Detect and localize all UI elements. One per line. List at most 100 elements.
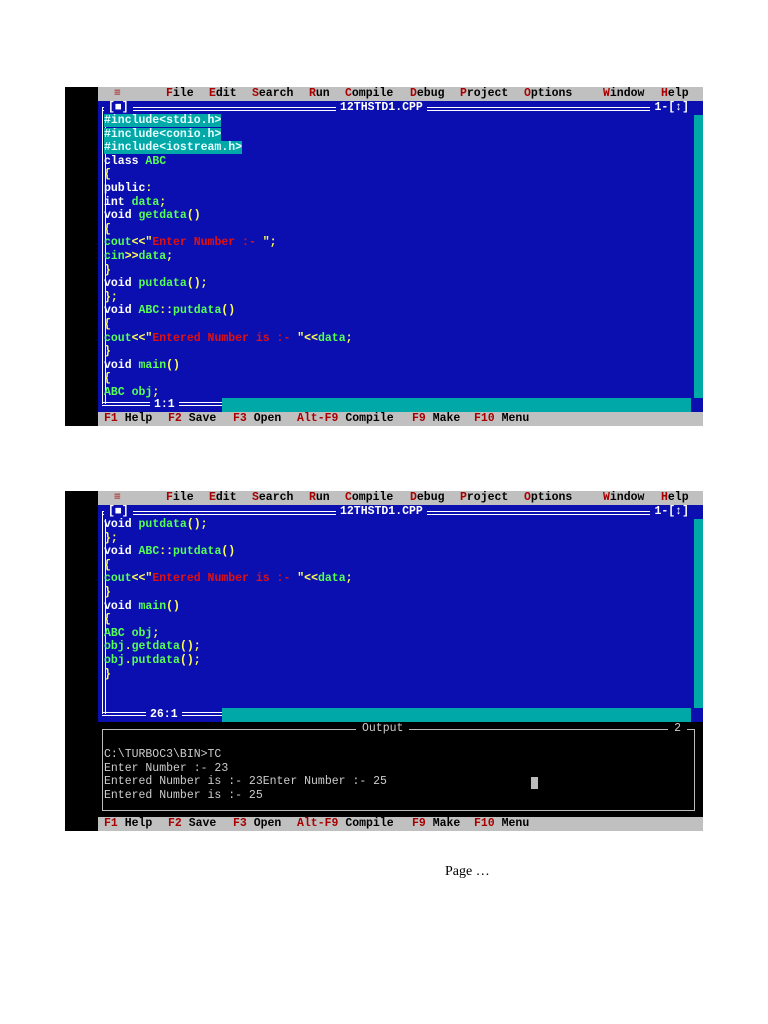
menu-search[interactable]: Search [252, 491, 293, 505]
status-open-button[interactable]: F3 Open [233, 817, 281, 831]
code-line: } [104, 264, 353, 278]
status-make-button[interactable]: F9 Make [412, 412, 460, 426]
menu-compile[interactable]: Compile [345, 87, 393, 101]
code-line: void putdata(); [104, 518, 353, 532]
menu-file[interactable]: File [166, 491, 194, 505]
code-token: () [221, 545, 236, 559]
status-save-button[interactable]: F2 Save [168, 817, 216, 831]
menu-edit[interactable]: Edit [209, 87, 237, 101]
code-token: :: [159, 304, 174, 318]
code-token: obj [104, 653, 125, 667]
menu-hotkey: C [345, 87, 352, 100]
code-line: void ABC::putdata() [104, 545, 353, 559]
code-area[interactable]: #include<stdio.h> #include<conio.h> #inclu… [104, 114, 353, 399]
status-menu-button[interactable]: F10 Menu [474, 412, 529, 426]
status-menu-button[interactable]: F10 Menu [474, 817, 529, 831]
menu-help[interactable]: Help [661, 87, 689, 101]
horizontal-scrollbar[interactable] [222, 398, 691, 412]
status-key: F9 [412, 817, 426, 830]
code-token: putdata [138, 277, 187, 291]
code-token: data [131, 195, 160, 209]
menu-debug[interactable]: Debug [410, 87, 445, 101]
menu-hotkey: P [460, 491, 467, 504]
code-area[interactable]: void putdata();}; void ABC::putdata(){cou… [104, 518, 353, 681]
code-line: void main() [104, 600, 353, 614]
code-token: { [104, 222, 111, 236]
code-token: int [104, 195, 132, 209]
menu-help[interactable]: Help [661, 491, 689, 505]
code-token: ; [166, 249, 174, 263]
menu-window[interactable]: Window [603, 491, 644, 505]
close-box[interactable]: [■] [104, 505, 133, 519]
menu-options[interactable]: Options [524, 87, 572, 101]
zoom-box[interactable]: [↕] [668, 101, 689, 114]
menu-file[interactable]: File [166, 87, 194, 101]
code-line: cout<<"Entered Number is :- "<<data; [104, 332, 353, 346]
code-token: () [186, 209, 201, 223]
code-token: putdata [173, 304, 222, 318]
status-open-button[interactable]: F3 Open [233, 412, 281, 426]
code-token: main [138, 599, 167, 613]
code-token: () [166, 358, 180, 372]
menu-run[interactable]: Run [309, 87, 330, 101]
code-line: void ABC::putdata() [104, 304, 353, 318]
menu-label: un [315, 87, 330, 100]
status-compile-button[interactable]: Alt-F9 Compile [297, 412, 394, 426]
status-key: F2 [168, 817, 182, 830]
zoom-box[interactable]: [↕] [668, 505, 689, 518]
code-line: }; [104, 291, 353, 305]
system-menu-icon[interactable]: ≡ [114, 491, 121, 505]
system-menu-icon[interactable]: ≡ [114, 87, 121, 101]
status-save-button[interactable]: F2 Save [168, 412, 216, 426]
status-compile-button[interactable]: Alt-F9 Compile [297, 817, 394, 831]
cursor-position: 1:1 [150, 398, 179, 412]
menu-compile[interactable]: Compile [345, 491, 393, 505]
code-line: } [104, 586, 353, 600]
code-line: { [104, 613, 353, 627]
code-line: { [104, 168, 353, 182]
code-token: { [104, 317, 111, 331]
code-line: class ABC [104, 155, 353, 169]
code-line: ABC obj; [104, 627, 353, 641]
code-line: int data; [104, 196, 353, 210]
menu-window[interactable]: Window [603, 87, 644, 101]
output-window-number: 2 [668, 722, 687, 736]
menu-project[interactable]: Project [460, 491, 508, 505]
menu-label: indow [609, 491, 645, 504]
status-bar: F1 Help F2 Save F3 Open Alt-F9 Compile F9 Ma… [98, 412, 703, 426]
menu-project[interactable]: Project [460, 87, 508, 101]
output-line: Entered Number is :- 23Enter Number :- 2… [104, 775, 387, 789]
code-token: { [104, 613, 111, 627]
code-token: :: [159, 545, 174, 559]
vertical-scrollbar[interactable] [694, 519, 703, 708]
menu-debug[interactable]: Debug [410, 491, 445, 505]
code-token: void [104, 277, 139, 291]
horizontal-scrollbar[interactable] [222, 708, 691, 722]
menu-run[interactable]: Run [309, 491, 330, 505]
menu-hotkey: W [603, 87, 610, 100]
vertical-scrollbar[interactable] [694, 115, 703, 398]
menu-hotkey: P [460, 87, 467, 100]
code-token: void [104, 518, 139, 531]
menu-options[interactable]: Options [524, 491, 572, 505]
status-help-button[interactable]: F1 Help [104, 412, 152, 426]
window-number: 1 [654, 505, 662, 518]
menu-label: dit [215, 87, 237, 100]
code-token: "; [262, 236, 277, 250]
close-box[interactable]: [■] [104, 101, 133, 115]
code-line: #include<iostream.h> [104, 141, 353, 155]
code-token: void [104, 304, 139, 318]
code-token: putdata [173, 545, 222, 559]
menu-search[interactable]: Search [252, 87, 293, 101]
code-token: Entered Number is :- [152, 572, 298, 586]
code-token: data [317, 572, 346, 586]
document-page: ≡ File Edit Search Run Compile Debug Project Opt… [0, 0, 768, 1024]
code-token: ABC [138, 545, 160, 559]
code-token: ; [159, 195, 167, 209]
code-token: } [104, 345, 111, 359]
status-make-button[interactable]: F9 Make [412, 817, 460, 831]
menu-edit[interactable]: Edit [209, 491, 237, 505]
status-help-button[interactable]: F1 Help [104, 817, 152, 831]
code-line: #include<stdio.h> [104, 114, 353, 128]
status-key: F9 [412, 412, 426, 425]
